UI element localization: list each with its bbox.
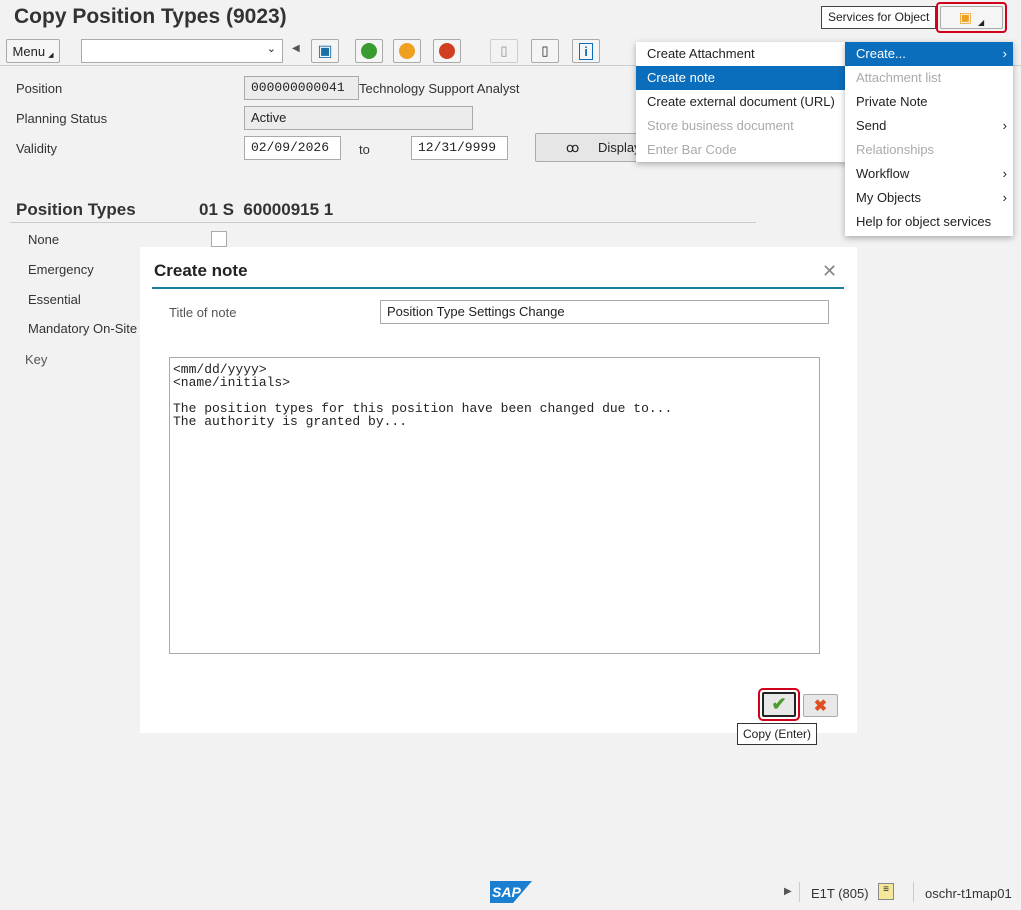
valid-to-field[interactable]: 12/31/9999 bbox=[411, 136, 508, 160]
checkmark-icon: ✔ bbox=[771, 694, 787, 714]
validity-label: Validity bbox=[16, 141, 57, 156]
position-name: Technology Support Analyst bbox=[359, 81, 520, 96]
cancel-button[interactable] bbox=[433, 39, 461, 63]
to-label: to bbox=[359, 142, 370, 157]
cancel-dialog-button[interactable]: ✖ bbox=[803, 694, 838, 717]
chevron-down-icon: ⌄ bbox=[266, 43, 276, 55]
menu-item-create[interactable]: Create... › bbox=[845, 42, 1013, 66]
divider bbox=[10, 222, 756, 223]
services-for-object-button[interactable]: ▣ ◢ bbox=[940, 6, 1003, 29]
title-of-note-label: Title of note bbox=[169, 305, 237, 320]
position-label: Position bbox=[16, 81, 63, 96]
planning-status-field: Active bbox=[244, 106, 473, 130]
menu-item-help[interactable]: Help for object services bbox=[845, 210, 1013, 234]
cancel-icon bbox=[439, 43, 455, 59]
menu-item-private-note[interactable]: Private Note bbox=[845, 90, 1013, 114]
info-button[interactable]: i bbox=[572, 39, 600, 63]
section-code: 01 S 60000915 1 bbox=[199, 200, 334, 219]
system-info: E1T (805) bbox=[811, 886, 869, 901]
status-expand-icon[interactable]: ▶ bbox=[784, 886, 792, 897]
save-button[interactable]: ▣ bbox=[311, 39, 339, 63]
menu-item-my-objects[interactable]: My Objects › bbox=[845, 186, 1013, 210]
info-icon: i bbox=[579, 42, 593, 60]
save-icon: ▣ bbox=[317, 43, 333, 60]
server-name: oschr-t1map01 bbox=[925, 886, 1012, 901]
services-icon: ▣ bbox=[958, 9, 973, 25]
menu-item-create-attachment[interactable]: Create Attachment bbox=[636, 42, 848, 66]
glasses-icon: ꝏ bbox=[566, 139, 580, 155]
position-id-field: 000000000041 bbox=[244, 76, 359, 100]
menu-button[interactable]: Menu ◢ bbox=[6, 39, 60, 63]
previous-button[interactable]: ▯ bbox=[490, 39, 518, 63]
document-arrow-icon: ▯ bbox=[541, 43, 549, 58]
dialog-divider bbox=[152, 287, 844, 289]
chevron-right-icon: › bbox=[1002, 118, 1007, 133]
back-button[interactable] bbox=[355, 39, 383, 63]
type-emergency: Emergency bbox=[28, 262, 94, 277]
note-body-textarea[interactable]: <mm/dd/yyyy> <name/initials> The positio… bbox=[169, 357, 820, 654]
type-mandatory: Mandatory On-Site bbox=[28, 321, 138, 336]
services-menu: Create... › Attachment list Private Note … bbox=[845, 42, 1013, 236]
chevron-right-icon: › bbox=[1002, 190, 1007, 205]
type-essential: Essential bbox=[28, 292, 81, 307]
sap-logo: SAP bbox=[490, 881, 532, 903]
services-tooltip: Services for Object bbox=[821, 6, 937, 29]
next-button[interactable]: ▯ bbox=[531, 39, 559, 63]
menu-item-relationships: Relationships bbox=[856, 142, 935, 157]
none-checkbox[interactable] bbox=[211, 231, 227, 247]
exit-button[interactable] bbox=[393, 39, 421, 63]
valid-from-field[interactable]: 02/09/2026 bbox=[244, 136, 341, 160]
copy-button[interactable]: ✔ bbox=[762, 692, 796, 717]
system-menu-icon[interactable]: ≡ bbox=[878, 883, 894, 900]
type-none: None bbox=[28, 232, 60, 247]
copy-tooltip: Copy (Enter) bbox=[737, 723, 818, 745]
close-icon[interactable]: ✕ bbox=[822, 261, 837, 282]
create-submenu: Create Attachment Create note Create ext… bbox=[636, 42, 848, 162]
menu-item-create-note[interactable]: Create note bbox=[636, 66, 848, 90]
command-field[interactable]: ⌄ bbox=[81, 39, 283, 63]
x-icon: ✖ bbox=[813, 697, 828, 715]
key-label: Key bbox=[25, 352, 48, 367]
chevron-right-icon: › bbox=[1002, 166, 1007, 181]
menu-item-create-external-document[interactable]: Create external document (URL) bbox=[636, 90, 848, 114]
menu-item-send[interactable]: Send › bbox=[845, 114, 1013, 138]
exit-icon bbox=[399, 43, 415, 59]
display-button[interactable]: ꝏ Display bbox=[535, 133, 645, 162]
chevron-right-icon: › bbox=[1002, 46, 1007, 61]
document-icon: ▯ bbox=[500, 43, 508, 58]
dialog-title: Create note bbox=[154, 261, 248, 280]
page-title: Copy Position Types (9023) bbox=[14, 5, 287, 28]
menu-item-store-business-document: Store business document bbox=[647, 118, 794, 133]
note-title-input[interactable]: Position Type Settings Change bbox=[380, 300, 829, 324]
collapse-arrow-icon[interactable]: ◀ bbox=[292, 43, 300, 54]
menu-item-workflow[interactable]: Workflow › bbox=[845, 162, 1013, 186]
back-icon bbox=[361, 43, 377, 59]
planning-status-label: Planning Status bbox=[16, 111, 108, 126]
section-title: Position Types bbox=[16, 200, 136, 219]
create-note-dialog: Create note ✕ Title of note Position Typ… bbox=[140, 247, 857, 745]
menu-item-enter-bar-code: Enter Bar Code bbox=[647, 142, 737, 157]
menu-item-attachment-list: Attachment list bbox=[856, 70, 942, 85]
